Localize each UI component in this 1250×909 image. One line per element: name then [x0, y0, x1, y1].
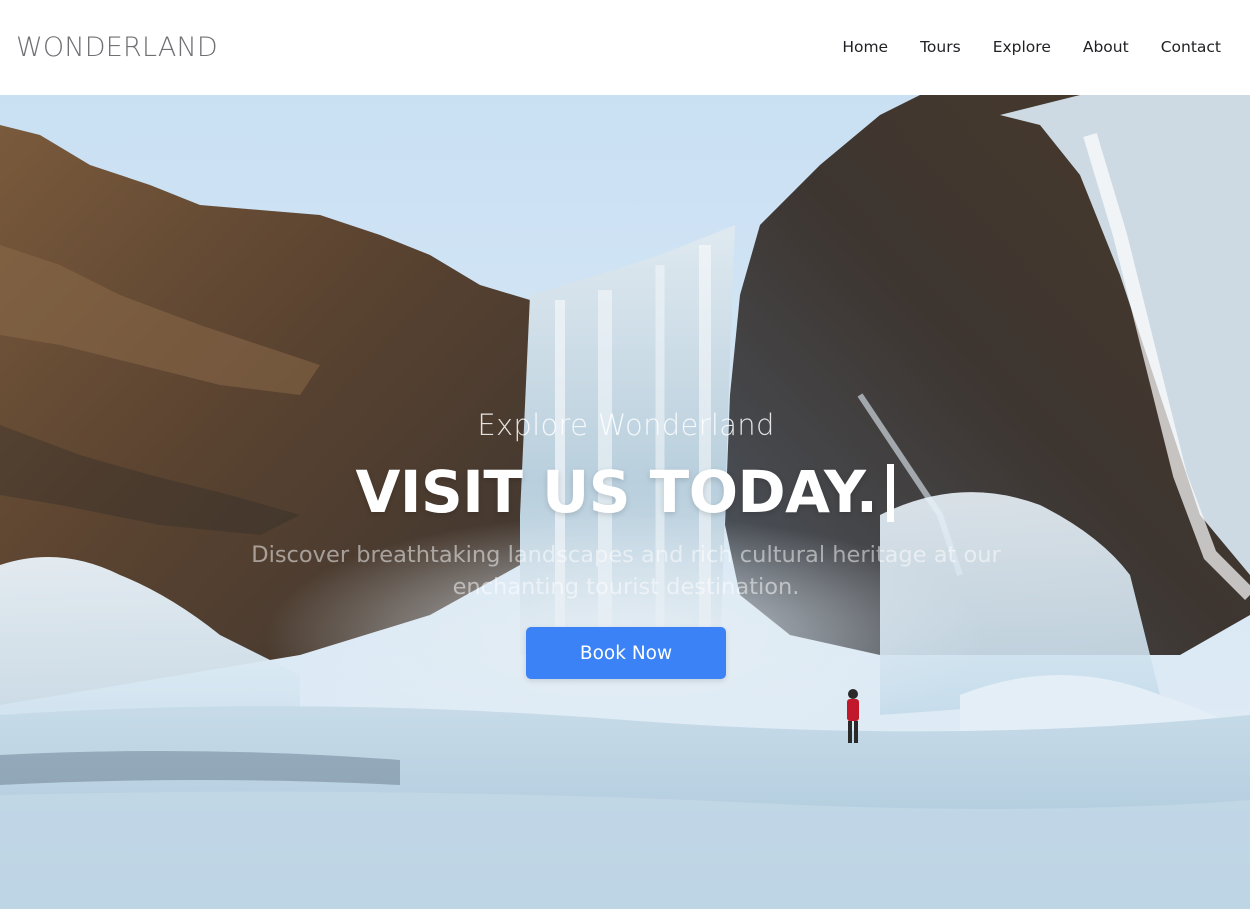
hero-headline: VISIT US TODAY.: [355, 458, 878, 526]
book-now-button[interactable]: Book Now: [526, 627, 726, 679]
typing-cursor: [887, 464, 895, 522]
nav-link-explore[interactable]: Explore: [993, 36, 1051, 58]
hero-headline-wrap: VISIT US TODAY.: [0, 457, 1250, 527]
site-logo[interactable]: WONDERLAND: [16, 30, 218, 66]
nav-link-about[interactable]: About: [1083, 36, 1129, 58]
hero-content: Explore Wonderland VISIT US TODAY. Disco…: [0, 95, 1250, 909]
site-header: WONDERLAND Home Tours Explore About Cont…: [0, 0, 1250, 95]
nav-link-tours[interactable]: Tours: [920, 36, 961, 58]
nav-link-contact[interactable]: Contact: [1161, 36, 1221, 58]
hero-section: Explore Wonderland VISIT US TODAY. Disco…: [0, 95, 1250, 909]
nav-link-home[interactable]: Home: [842, 36, 888, 58]
hero-subtitle: Discover breathtaking landscapes and ric…: [251, 542, 1001, 600]
main-nav: Home Tours Explore About Contact: [842, 36, 1221, 58]
hero-eyebrow: Explore Wonderland: [477, 408, 775, 442]
